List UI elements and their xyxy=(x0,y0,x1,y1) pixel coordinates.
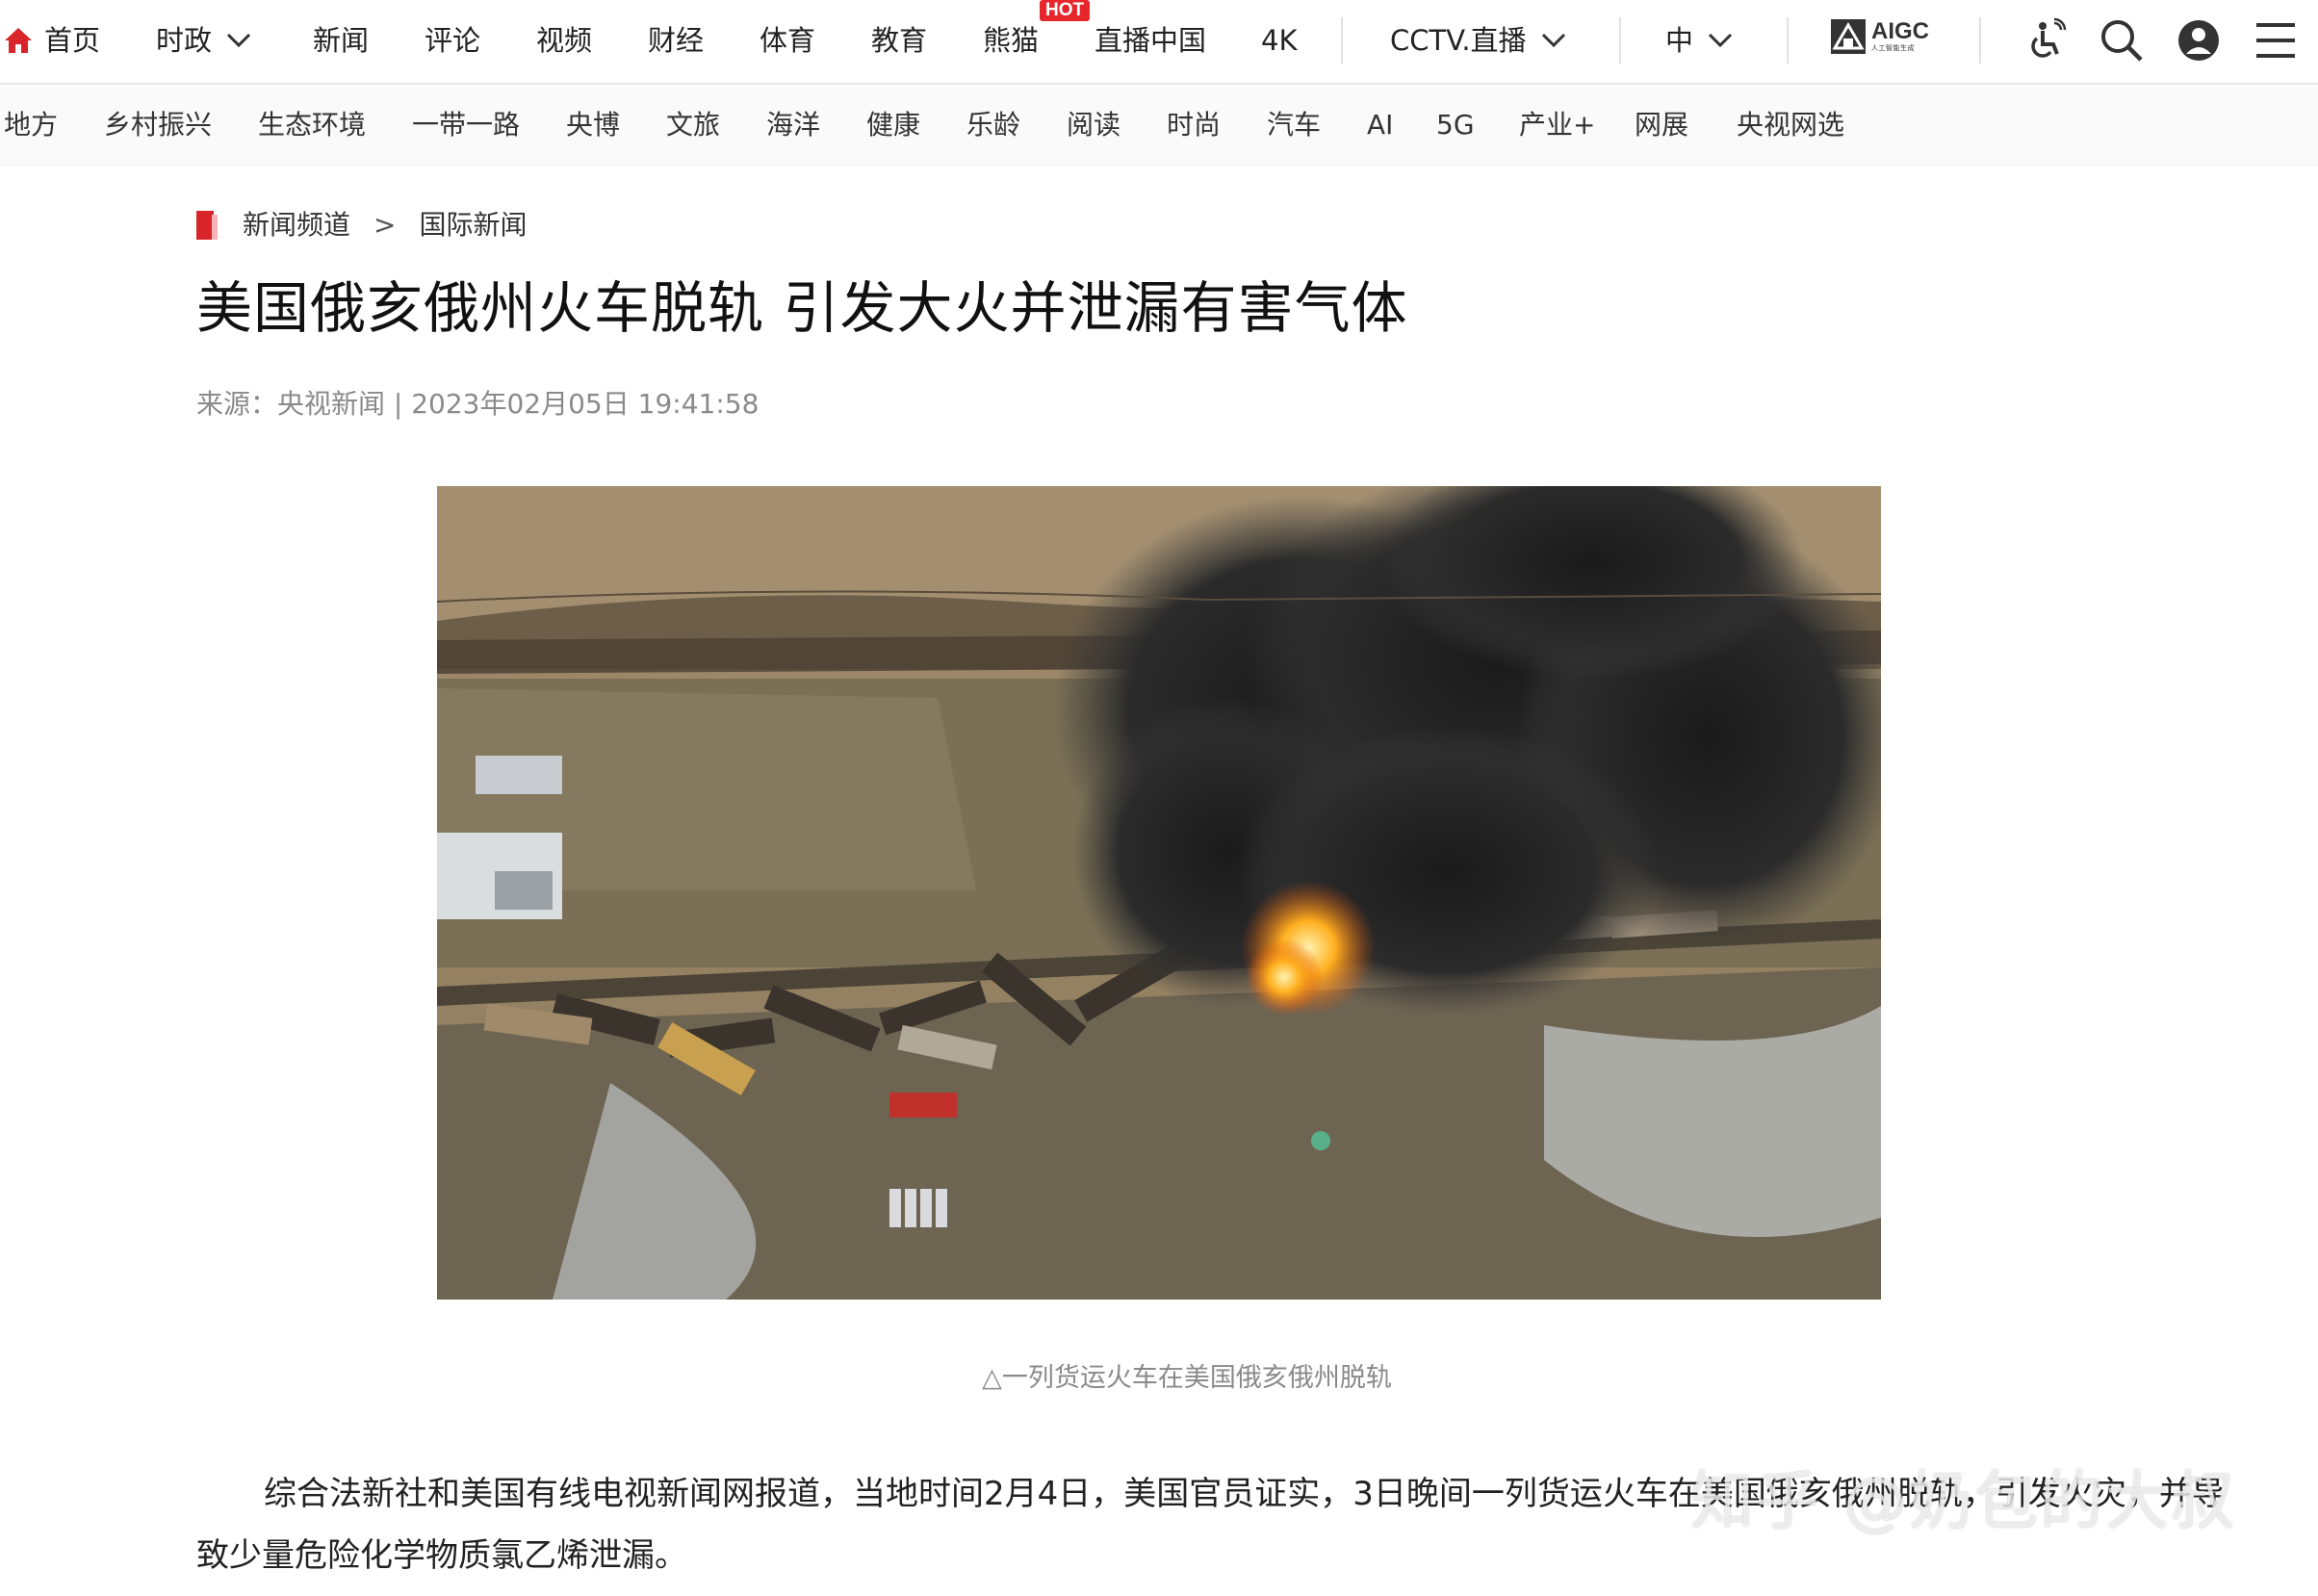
subnav-item[interactable]: 时尚 xyxy=(1167,106,1221,144)
nav-cctv-live[interactable]: CCTV.直播 xyxy=(1390,21,1567,60)
subnav-item[interactable]: 乐龄 xyxy=(966,106,1020,144)
article-title: 美国俄亥俄州火车脱轨 引发大火并泄漏有害气体 xyxy=(196,275,1408,341)
top-navigation: 首页 时政 新闻 评论 视频 财经 体育 教育 熊猫 HOT 直播中国 4K C… xyxy=(0,0,2318,85)
nav-label: 评论 xyxy=(425,24,481,57)
nav-label: 熊猫 xyxy=(983,24,1040,57)
subnav-item[interactable]: 乡村振兴 xyxy=(104,106,212,144)
breadcrumb: 新闻频道 > 国际新闻 xyxy=(196,206,528,245)
sub-navigation: 地方 乡村振兴 生态环境 一带一路 央博 文旅 海洋 健康 乐龄 阅读 时尚 汽… xyxy=(0,87,2318,166)
aigc-sub-label: 人工智能生成 xyxy=(1871,44,1915,52)
breadcrumb-separator: > xyxy=(373,209,397,241)
subnav-item[interactable]: 阅读 xyxy=(1067,106,1120,144)
subnav-item[interactable]: 央视网选 xyxy=(1737,106,1844,144)
subnav-item[interactable]: 海洋 xyxy=(766,106,820,144)
nav-video[interactable]: 视频 xyxy=(536,21,592,60)
nav-finance[interactable]: 财经 xyxy=(648,21,704,60)
nav-live-china[interactable]: 直播中国 xyxy=(1095,21,1206,60)
nav-label: 教育 xyxy=(871,24,928,57)
nav-shizheng[interactable]: 时政 xyxy=(156,21,252,60)
subnav-item[interactable]: 央博 xyxy=(566,106,620,144)
nav-label: 财经 xyxy=(648,24,705,57)
chevron-down-icon xyxy=(226,33,251,48)
article-photo xyxy=(437,486,1881,1300)
nav-label: 体育 xyxy=(760,24,816,57)
aigc-link[interactable]: AIGC 人工智能生成 xyxy=(1831,19,1929,54)
derailment-aerial-image xyxy=(437,486,1881,1300)
nav-divider xyxy=(1341,17,1343,64)
subnav-item[interactable]: 生态环境 xyxy=(258,106,366,144)
aigc-label: AIGC xyxy=(1871,18,1929,44)
user-avatar-icon[interactable] xyxy=(2176,17,2222,64)
search-icon[interactable] xyxy=(2099,17,2145,64)
breadcrumb-international[interactable]: 国际新闻 xyxy=(419,206,527,245)
nav-divider xyxy=(1619,17,1621,64)
subnav-item[interactable]: 汽车 xyxy=(1267,106,1321,144)
nav-divider xyxy=(1787,17,1789,64)
language-select[interactable]: 中 xyxy=(1665,21,1734,60)
home-icon xyxy=(5,28,32,53)
nav-home[interactable]: 首页 xyxy=(4,21,100,60)
subnav-item[interactable]: 5G xyxy=(1436,106,1475,144)
nav-label: 时政 xyxy=(156,24,213,57)
nav-panda[interactable]: 熊猫 xyxy=(983,21,1039,60)
menu-icon[interactable] xyxy=(2253,17,2299,64)
nav-home-label: 首页 xyxy=(44,24,101,57)
photo-caption: △一列货运火车在美国俄亥俄州脱轨 xyxy=(982,1363,1392,1393)
nav-comment[interactable]: 评论 xyxy=(425,21,480,60)
nav-label: 4K xyxy=(1261,24,1298,57)
nav-education[interactable]: 教育 xyxy=(871,21,927,60)
language-label: 中 xyxy=(1665,24,1694,57)
nav-sports[interactable]: 体育 xyxy=(760,21,815,60)
chevron-down-icon xyxy=(1708,33,1733,48)
accessibility-icon[interactable] xyxy=(2022,17,2068,64)
nav-divider xyxy=(1979,17,1981,64)
watermark: 知乎 @奶包的大叔 xyxy=(1690,1464,2236,1538)
subnav-item[interactable]: 地方 xyxy=(4,106,58,144)
nav-label: 直播中国 xyxy=(1095,24,1207,57)
subnav-item[interactable]: 网展 xyxy=(1635,106,1688,144)
article-meta: 来源：央视新闻 | 2023年02月05日 19:41:58 xyxy=(196,388,760,420)
nav-label: 视频 xyxy=(536,24,593,57)
subnav-item[interactable]: AI xyxy=(1367,106,1393,144)
nav-news[interactable]: 新闻 xyxy=(313,21,369,60)
subnav-item[interactable]: 健康 xyxy=(866,106,920,144)
hot-badge: HOT xyxy=(1040,0,1091,21)
channel-marker-icon xyxy=(196,211,218,240)
subnav-item[interactable]: 文旅 xyxy=(666,106,720,144)
subnav-item[interactable]: 一带一路 xyxy=(412,106,520,144)
nav-label: CCTV.直播 xyxy=(1390,24,1527,57)
chevron-down-icon xyxy=(1541,33,1565,48)
breadcrumb-news-channel[interactable]: 新闻频道 xyxy=(243,206,350,245)
subnav-item[interactable]: 产业+ xyxy=(1519,106,1595,144)
aigc-logo-icon xyxy=(1831,19,1866,54)
nav-4k[interactable]: 4K xyxy=(1261,21,1297,60)
nav-label: 新闻 xyxy=(313,24,370,57)
